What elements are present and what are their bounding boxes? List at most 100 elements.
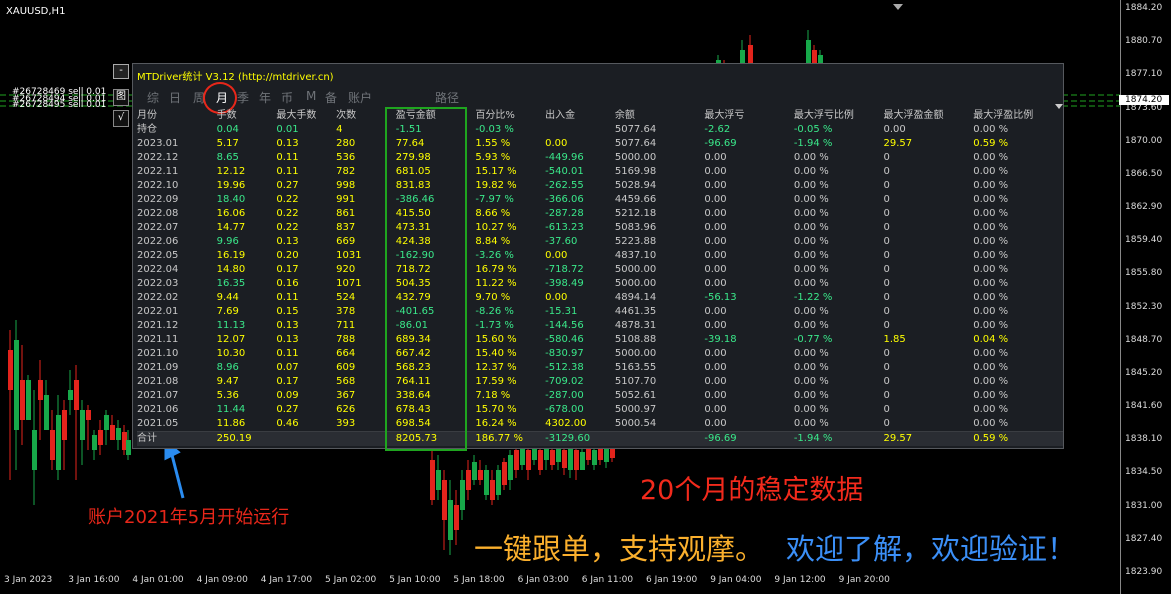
table-cell: 0.15 <box>276 306 299 317</box>
time-tick-label: 6 Jan 03:00 <box>517 575 569 585</box>
tab-quarter[interactable]: 季 <box>237 89 249 106</box>
time-tick-label: 3 Jan 2023 <box>4 575 53 585</box>
table-cell: 2022.02 <box>137 292 179 303</box>
price-tick-label: 1845.20 <box>1125 367 1163 378</box>
table-cell: 0.00 % <box>973 264 1009 275</box>
table-cell: 月份 <box>137 110 157 121</box>
price-tick-label: 1838.10 <box>1125 434 1163 445</box>
table-row: 2022.05 16.19 0.20 1031 -162.90 -3.26 % 0.00 48… <box>137 249 1063 263</box>
table-cell: 0.27 <box>276 180 299 191</box>
table-row: 2021.07 5.36 0.09 367 338.64 7.18 % -287.00 505… <box>137 389 1063 403</box>
order-label[interactable]: #26728495 sell 0.01 <box>12 100 106 110</box>
annotation-start: 账户2021年5月开始运行 <box>88 507 290 528</box>
table-cell: -287.28 <box>545 208 584 219</box>
table-cell: 2022.10 <box>137 180 179 191</box>
table-cell: 5.93 % <box>475 152 511 163</box>
table-total-row: 合计 250.19 8205.73 186.77 % -3129.60 -96.69 -1.… <box>137 431 1063 446</box>
table-cell: -3129.60 <box>545 431 615 446</box>
table-cell <box>276 431 337 446</box>
table-cell: -366.06 <box>545 194 584 205</box>
time-tick-label: 3 Jan 16:00 <box>68 575 120 585</box>
table-cell: 8.84 % <box>475 236 511 247</box>
tab-note[interactable]: 备 <box>325 89 337 106</box>
tab-currency[interactable]: 币 <box>281 89 293 106</box>
table-row: 2021.10 10.30 0.11 664 667.42 15.40 % -830.97 5… <box>137 347 1063 361</box>
candle-body <box>56 415 61 470</box>
table-cell: 2022.04 <box>137 264 179 275</box>
table-cell: 0.11 <box>276 166 299 177</box>
table-cell: -0.05 % <box>793 124 833 135</box>
price-axis[interactable]: 1884.20 1880.70 1877.10 1873.60 1870.00 1866.… <box>1119 0 1171 594</box>
table-cell: 0 <box>883 278 890 289</box>
candle-body <box>580 452 585 470</box>
tab-account[interactable]: 账户 <box>348 89 372 106</box>
candle-body <box>32 430 37 470</box>
chart-icon-button[interactable]: 图 <box>113 89 129 106</box>
table-cell: -678.00 <box>545 404 584 415</box>
table-row: 2022.04 14.80 0.17 920 718.72 16.79 % -718.72 5… <box>137 263 1063 277</box>
candle-body <box>74 380 79 410</box>
table-cell: 0.11 <box>276 292 299 303</box>
check-icon-button[interactable]: √ <box>113 110 129 127</box>
candle-body <box>62 410 67 440</box>
table-row: 2021.12 11.13 0.13 711 -86.01 -1.73 % -144.56 4… <box>137 319 1063 333</box>
table-cell: 0.04 <box>216 124 239 135</box>
table-cell: -580.46 <box>545 334 584 345</box>
table-cell: 5077.64 <box>614 138 657 149</box>
table-cell: 0 <box>883 404 890 415</box>
collapse-button[interactable]: - <box>113 64 129 79</box>
table-cell: 0 <box>883 376 890 387</box>
table-cell: 5.17 <box>216 138 239 149</box>
tab-path[interactable]: 路径 <box>435 89 459 106</box>
table-cell: 0 <box>883 348 890 359</box>
table-cell: 合计 <box>137 431 217 446</box>
tab-overview[interactable]: 综 <box>147 89 159 106</box>
candle-body <box>20 380 25 420</box>
table-cell: 5028.94 <box>614 180 657 191</box>
table-cell: -1.94 % <box>793 431 884 446</box>
table-cell <box>545 123 615 137</box>
table-cell: 1.55 % <box>475 138 511 149</box>
candle-body <box>604 448 609 462</box>
price-tick-label: 1827.40 <box>1125 533 1163 544</box>
table-cell: 0.00 % <box>793 306 829 317</box>
price-tick-label: 1855.80 <box>1125 268 1163 279</box>
table-cell: 11.44 <box>216 404 246 415</box>
table-cell: 0.00 % <box>973 320 1009 331</box>
table-cell: 0.00 <box>704 152 727 163</box>
table-cell: 0.13 <box>276 138 299 149</box>
table-cell: 0.00 <box>704 250 727 261</box>
table-cell: -1.94 % <box>793 138 833 149</box>
table-cell: 2022.03 <box>137 278 179 289</box>
price-tick-label: 1880.70 <box>1125 36 1163 47</box>
table-cell: 1.85 <box>883 334 906 345</box>
price-tick-label: 1841.60 <box>1125 401 1163 412</box>
table-cell: 出入金 <box>545 110 576 121</box>
table-cell: 0.00 % <box>973 292 1009 303</box>
price-tick-label: 1859.40 <box>1125 235 1163 246</box>
table-row: 2021.08 9.47 0.17 568 764.11 17.59 % -709.02 51… <box>137 375 1063 389</box>
tab-day[interactable]: 日 <box>169 89 181 106</box>
table-cell: 最大浮亏 <box>704 110 745 121</box>
table-cell: 最大手数 <box>276 110 317 121</box>
table-cell: 5000.00 <box>614 278 657 289</box>
time-tick-label: 9 Jan 20:00 <box>838 575 890 585</box>
table-cell: 0.00 % <box>793 278 829 289</box>
table-cell: 5000.00 <box>614 264 657 275</box>
table-cell: -1.22 % <box>793 292 833 303</box>
tab-year[interactable]: 年 <box>259 89 271 106</box>
table-cell: -830.97 <box>545 348 584 359</box>
table-cell: 4837.10 <box>614 250 657 261</box>
table-cell: 16.24 % <box>475 418 517 429</box>
table-cell: 19.96 <box>216 180 246 191</box>
symbol-label: XAUUSD,H1 <box>6 6 66 17</box>
table-cell: 4461.35 <box>614 306 657 317</box>
table-cell: 0.00 <box>704 320 727 331</box>
table-cell: 16.06 <box>216 208 246 219</box>
tab-m[interactable]: M <box>306 89 316 103</box>
table-row: 2021.05 11.86 0.46 393 698.54 16.24 % 4302.00 5… <box>137 417 1063 432</box>
table-cell: -39.18 <box>704 334 737 345</box>
table-cell: 0.00 % <box>973 124 1009 135</box>
table-cell: 0.00 <box>704 236 727 247</box>
table-row: 持仓 0.04 0.01 4 -1.51 -0.03 % 5077.64 -2.62 -0.05… <box>137 123 1063 137</box>
